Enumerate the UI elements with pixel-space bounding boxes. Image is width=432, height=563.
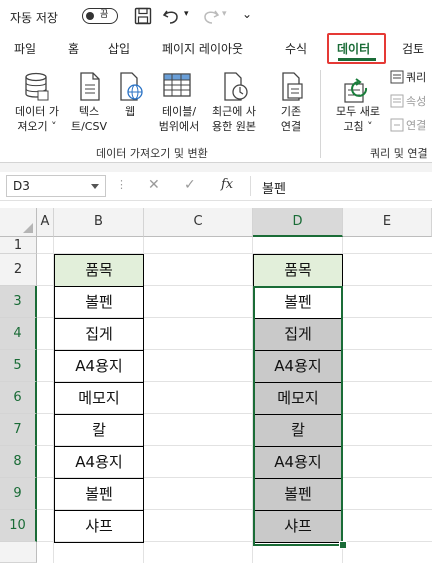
toggle-knob xyxy=(86,12,94,20)
tab-review[interactable]: 검토 xyxy=(402,40,424,57)
edit-links-icon xyxy=(390,118,404,132)
save-icon[interactable] xyxy=(134,7,152,25)
text-csv-icon xyxy=(80,72,100,101)
recent-sources-icon xyxy=(224,72,248,101)
cell-d4[interactable]: 집게 xyxy=(253,318,343,351)
queries-icon xyxy=(390,70,404,84)
cell-d3[interactable]: 볼펜 xyxy=(253,286,343,319)
column-header-d[interactable]: D xyxy=(253,208,343,237)
undo-icon[interactable] xyxy=(162,7,182,25)
text-csv-button[interactable]: 텍스 트/CSV xyxy=(66,104,112,134)
cell-b10[interactable]: 샤프 xyxy=(54,510,144,543)
group-queries-label: 쿼리 및 연결 xyxy=(370,147,428,160)
properties-icon xyxy=(390,94,404,108)
title-bar: 자동 저장 끔 ▾ ▾ ⌄ xyxy=(0,0,432,34)
properties-button: 속성 xyxy=(406,95,427,108)
web-icon xyxy=(120,72,143,101)
group-get-transform-label: 데이터 가져오기 및 변환 xyxy=(96,147,208,160)
select-all-corner[interactable] xyxy=(0,208,37,237)
redo-icon xyxy=(204,10,220,24)
database-icon xyxy=(25,72,49,101)
refresh-all-button[interactable]: 모두 새로 고침 ˅ xyxy=(330,104,386,134)
from-table-range-button[interactable]: 테이블/ 범위에서 xyxy=(152,104,206,134)
row-header-9[interactable]: 9 xyxy=(0,478,37,510)
tab-home[interactable]: 홈 xyxy=(68,40,79,57)
column-header-e[interactable]: E xyxy=(343,208,432,237)
cell-d9[interactable]: 볼펜 xyxy=(253,478,343,511)
ribbon-gap xyxy=(0,163,432,172)
cell-b9[interactable]: 볼펜 xyxy=(54,478,144,511)
row-header-2[interactable]: 2 xyxy=(0,254,37,286)
cell-b4[interactable]: 집게 xyxy=(54,318,144,351)
tab-page-layout[interactable]: 페이지 레이아웃 xyxy=(162,40,243,57)
recent-sources-button[interactable]: 최근에 사 용한 원본 xyxy=(206,104,262,134)
autosave-toggle-state: 끔 xyxy=(100,10,109,20)
formula-input[interactable]: 볼펜 xyxy=(262,178,286,197)
column-header-c[interactable]: C xyxy=(144,208,253,237)
cell-d2[interactable]: 품목 xyxy=(253,254,343,287)
redo-dropdown-icon: ▾ xyxy=(222,9,227,19)
row-header-5[interactable]: 5 xyxy=(0,350,37,382)
cell-b6[interactable]: 메모지 xyxy=(54,382,144,415)
customize-toolbar-icon[interactable]: ⌄ xyxy=(242,7,252,21)
cell-b7[interactable]: 칼 xyxy=(54,414,144,447)
cell-d5[interactable]: A4용지 xyxy=(253,350,343,383)
cell-d8[interactable]: A4용지 xyxy=(253,446,343,479)
row-header-6[interactable]: 6 xyxy=(0,382,37,414)
edit-links-button: 연결 xyxy=(406,119,427,132)
name-box-value: D3 xyxy=(13,179,30,193)
row-header-8[interactable]: 8 xyxy=(0,446,37,478)
undo-dropdown-icon[interactable]: ▾ xyxy=(184,9,189,19)
row-header-1[interactable]: 1 xyxy=(0,237,37,254)
formula-bar: D3 ⋮ ✕ ✓ fx 볼펜 xyxy=(0,172,432,201)
get-data-button[interactable]: 데이터 가 져오기 ˅ xyxy=(6,104,68,134)
cell-b5[interactable]: A4용지 xyxy=(54,350,144,383)
column-header-b[interactable]: B xyxy=(54,208,144,237)
formula-divider xyxy=(250,176,251,196)
web-button[interactable]: 웹 xyxy=(120,104,140,119)
name-box[interactable]: D3 xyxy=(6,175,106,197)
row-header-4[interactable]: 4 xyxy=(0,318,37,350)
cell-b3[interactable]: 볼펜 xyxy=(54,286,144,319)
row-header-10[interactable]: 10 xyxy=(0,510,37,542)
row-header-7[interactable]: 7 xyxy=(0,414,37,446)
queries-connections-button[interactable]: 쿼리 xyxy=(406,70,426,85)
enter-icon: ✓ xyxy=(184,177,196,193)
fill-handle[interactable] xyxy=(339,541,347,549)
cancel-icon: ✕ xyxy=(148,177,160,193)
table-range-icon xyxy=(163,73,191,97)
row-header-3[interactable]: 3 xyxy=(0,286,37,318)
data-tab-underline xyxy=(338,58,376,61)
existing-connections-button[interactable]: 기존 연결 xyxy=(276,104,306,134)
cell-d6[interactable]: 메모지 xyxy=(253,382,343,415)
row-header-11 xyxy=(0,542,37,563)
refresh-all-icon xyxy=(344,78,368,103)
corner-triangle-icon xyxy=(23,223,33,233)
insert-function-icon[interactable]: fx xyxy=(221,177,233,192)
cell-d10[interactable]: 샤프 xyxy=(253,510,343,543)
cell-d7[interactable]: 칼 xyxy=(253,414,343,447)
name-box-dropdown-icon[interactable] xyxy=(91,184,99,189)
tab-formulas[interactable]: 수식 xyxy=(285,40,307,57)
ribbon-group-separator xyxy=(320,70,321,158)
autosave-label: 자동 저장 xyxy=(10,11,58,25)
existing-connections-icon xyxy=(282,72,303,101)
tab-insert[interactable]: 삽입 xyxy=(108,40,130,57)
cell-b8[interactable]: A4용지 xyxy=(54,446,144,479)
tab-file[interactable]: 파일 xyxy=(14,40,36,57)
column-header-a[interactable]: A xyxy=(37,208,54,237)
cell-b2[interactable]: 품목 xyxy=(54,254,144,287)
autosave-toggle[interactable]: 끔 xyxy=(82,8,118,24)
more-options-icon: ⋮ xyxy=(116,178,127,191)
